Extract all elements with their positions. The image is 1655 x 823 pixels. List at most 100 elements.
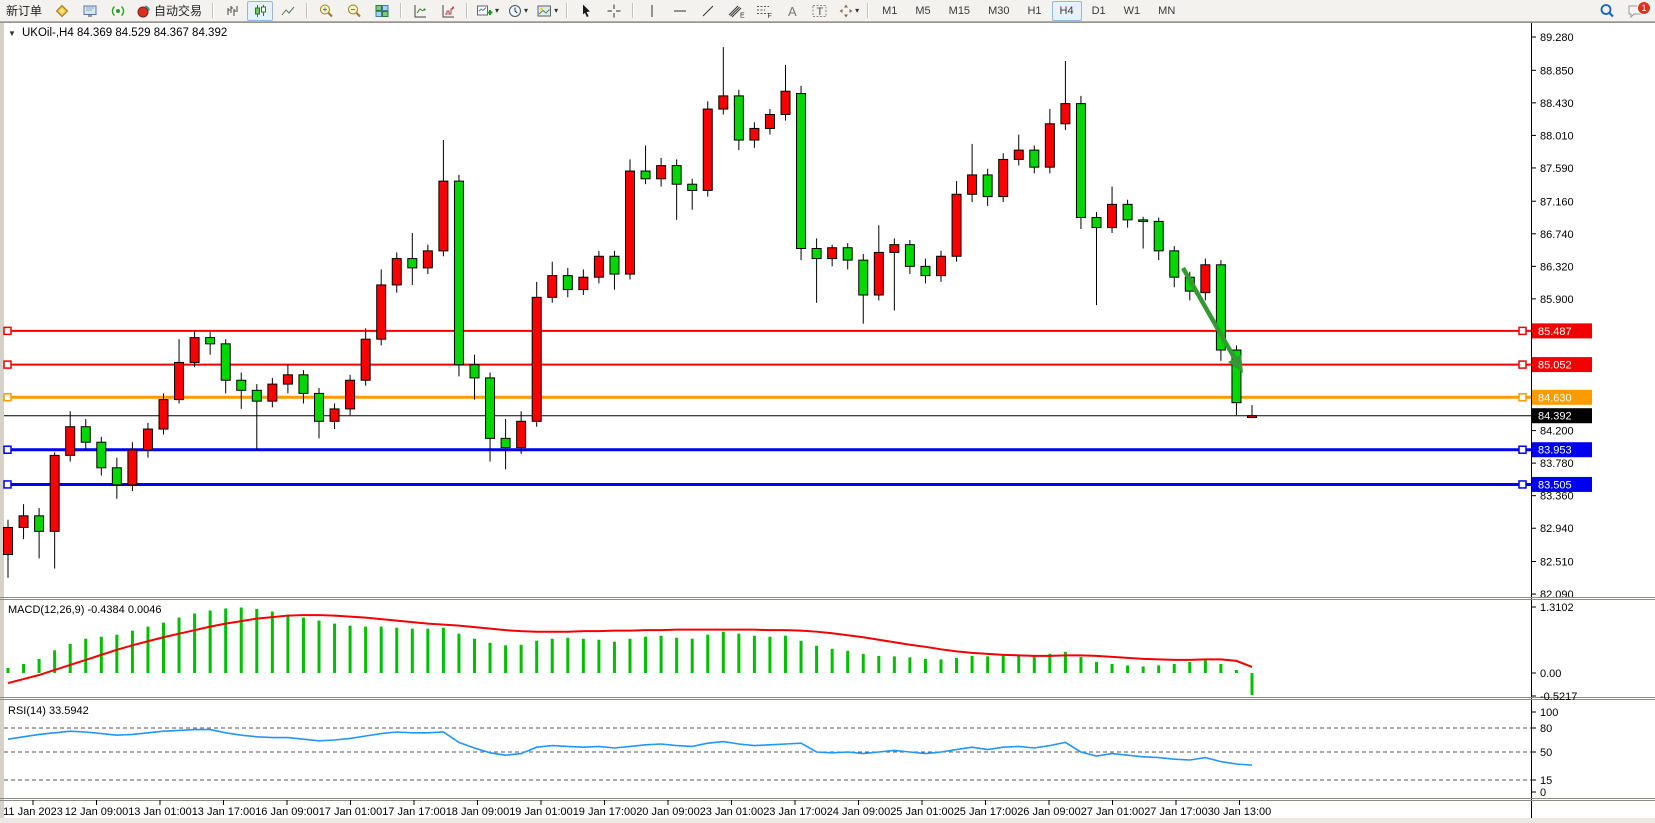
label-tool-icon: T (811, 3, 829, 19)
candle-up (4, 527, 13, 554)
tile-windows-icon (374, 3, 390, 19)
candle-up (1201, 265, 1210, 293)
timeframe-button-h1[interactable]: H1 (1019, 1, 1049, 21)
time-axis-label: 27 Jan 17:00 (1144, 806, 1208, 818)
candle-up (330, 409, 339, 421)
tile-windows-button[interactable] (369, 1, 395, 21)
candle-down (1123, 204, 1132, 219)
macd-bar (224, 609, 227, 673)
candle-up (66, 427, 75, 456)
candle-up (439, 181, 448, 251)
time-axis-label: 16 Jan 09:00 (255, 806, 319, 818)
gold-button[interactable] (49, 1, 75, 21)
timeframe-button-m1[interactable]: M1 (874, 1, 905, 21)
time-axis-label: 20 Jan 09:00 (636, 806, 700, 818)
timeframe-button-h4[interactable]: H4 (1052, 1, 1082, 21)
zoom-in-button[interactable] (313, 1, 339, 21)
horizontal-line-icon (672, 3, 688, 19)
time-axis-label: 27 Jan 01:00 (1081, 806, 1145, 818)
candle-chart-type-button[interactable] (247, 1, 273, 21)
signal-button[interactable] (105, 1, 131, 21)
crosshair-tool-button[interactable] (601, 1, 627, 21)
bar-chart-type-button[interactable] (219, 1, 245, 21)
timeframe-label: W1 (1119, 5, 1146, 17)
timeframe-button-d1[interactable]: D1 (1084, 1, 1114, 21)
symbol-dropdown-icon[interactable]: ▼ (8, 29, 16, 38)
candle-down (1170, 251, 1179, 277)
cursor-icon (578, 3, 594, 19)
candle-down (299, 375, 308, 394)
text-tool-button[interactable]: A (779, 1, 805, 21)
zoom-in-icon (318, 3, 335, 19)
timeframe-label: D1 (1087, 5, 1111, 17)
macd-bar (1095, 662, 1098, 673)
macd-bar (629, 639, 632, 673)
macd-bar (877, 656, 880, 673)
time-axis-label: 30 Jan 13:00 (1208, 806, 1272, 818)
timeframe-label: MN (1153, 5, 1180, 17)
candle-up (937, 256, 946, 275)
cursor-tool-button[interactable] (573, 1, 599, 21)
rsi-axis-label: 80 (1540, 723, 1552, 735)
macd-bar (675, 638, 678, 673)
symbol-ohlc-title: UKOil-,H4 84.369 84.529 84.367 84.392 (22, 27, 227, 39)
hline-tool-button[interactable] (667, 1, 693, 21)
chart-canvas[interactable]: 89.28088.85088.43088.01087.59087.16086.7… (0, 0, 1655, 823)
label-tool-button[interactable]: T (807, 1, 833, 21)
indicator-window-icon (412, 3, 428, 19)
price-level-box-label: 85.487 (1538, 326, 1572, 338)
period-button[interactable]: ▾ (504, 1, 531, 21)
timeframe-button-m15[interactable]: M15 (941, 1, 978, 21)
timeframe-label: M15 (944, 5, 975, 17)
autotrade-button[interactable]: 自动交易 (133, 1, 207, 21)
candle-down (470, 365, 479, 378)
main-toolbar: 新订单 自动交易 ▾ ▾ (0, 0, 1655, 22)
candle-up (1061, 104, 1070, 124)
price-axis-label: 87.590 (1540, 163, 1574, 175)
zoom-out-button[interactable] (341, 1, 367, 21)
macd-bar (1251, 673, 1254, 695)
price-axis-label: 86.740 (1540, 229, 1574, 241)
indicator-window2-button[interactable] (435, 1, 461, 21)
macd-bar (333, 624, 336, 673)
macd-bar (7, 668, 10, 673)
search-button[interactable] (1594, 1, 1620, 21)
candle-up (999, 159, 1008, 196)
macd-bar (209, 611, 212, 673)
candle-down (1092, 218, 1101, 228)
timeframe-button-mn[interactable]: MN (1150, 1, 1183, 21)
vline-tool-button[interactable] (639, 1, 665, 21)
candle-down (797, 94, 806, 249)
channel-tool-button[interactable]: E (723, 1, 749, 21)
time-axis-label: 19 Jan 17:00 (573, 806, 637, 818)
template-button[interactable]: ▾ (533, 1, 561, 21)
price-axis-label: 86.320 (1540, 261, 1574, 273)
fibo-tool-button[interactable]: F (751, 1, 777, 21)
indicator-window-button[interactable] (407, 1, 433, 21)
macd-bar (426, 629, 429, 673)
chart-title: ▼ UKOil-,H4 84.369 84.529 84.367 84.392 (8, 27, 227, 39)
candle-up (890, 245, 899, 253)
time-axis-label: 17 Jan 01:00 (319, 806, 383, 818)
macd-bar (240, 608, 243, 673)
timeframe-button-m30[interactable]: M30 (980, 1, 1017, 21)
toolbar-separator (400, 3, 402, 18)
timeframe-button-m5[interactable]: M5 (907, 1, 938, 21)
trendline-tool-button[interactable] (695, 1, 721, 21)
candle-up (361, 339, 370, 380)
chat-button[interactable]: 1 (1622, 1, 1648, 21)
signal-icon (110, 3, 126, 19)
timeframe-button-w1[interactable]: W1 (1116, 1, 1149, 21)
new-chart-button[interactable]: ▾ (473, 1, 502, 21)
line-right-handle (1519, 481, 1526, 488)
candle-down (237, 380, 246, 390)
new-order-button[interactable]: 新订单 (1, 1, 47, 21)
line-chart-type-button[interactable] (275, 1, 301, 21)
chat-badge: 1 (1637, 1, 1651, 15)
macd-bar (1235, 670, 1238, 673)
macd-bar (504, 645, 507, 673)
arrows-tool-button[interactable]: ▾ (835, 1, 862, 21)
macd-bar (1126, 665, 1129, 673)
candle-down (610, 256, 619, 274)
terminal-button[interactable] (77, 1, 103, 21)
